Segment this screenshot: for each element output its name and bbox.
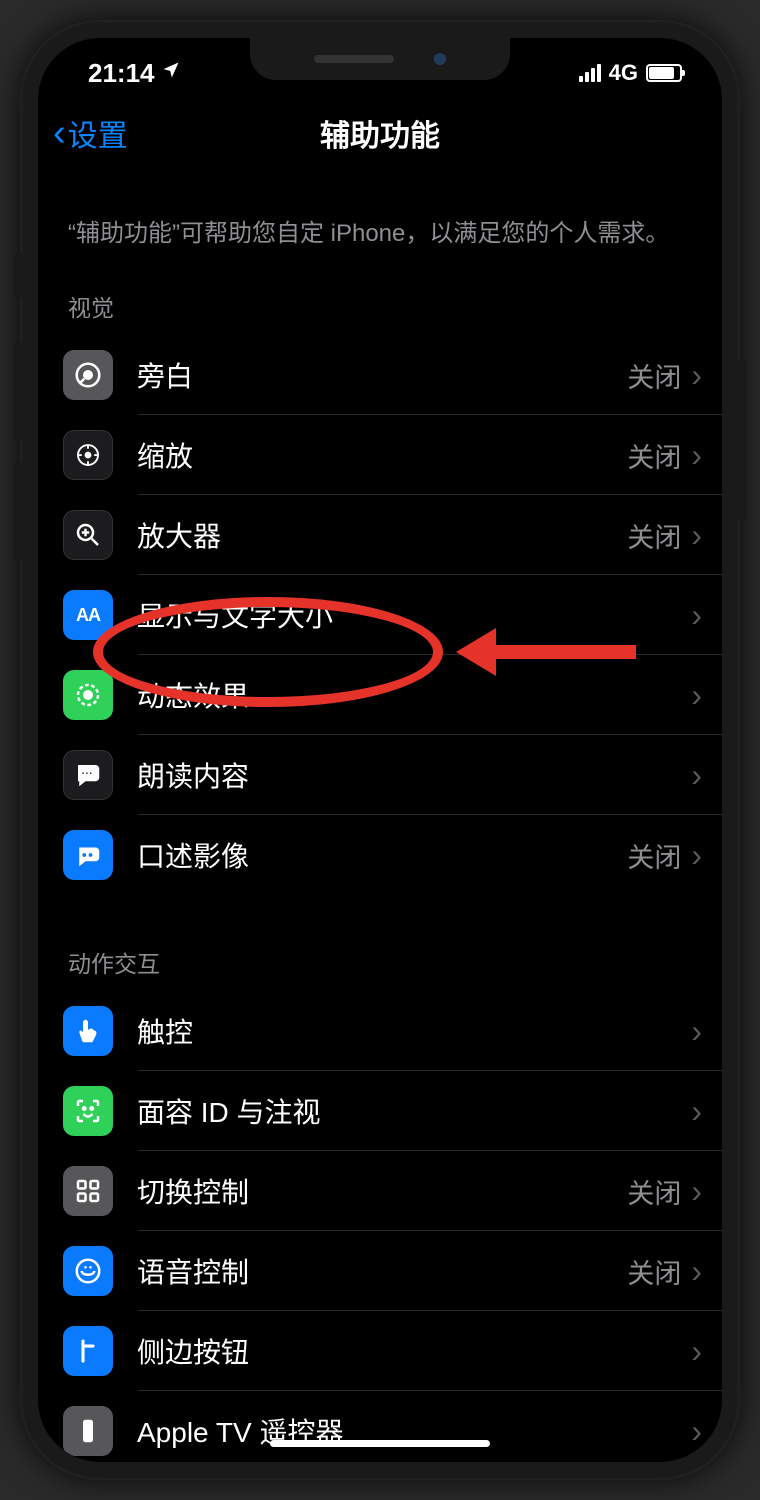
- row-audio-descriptions[interactable]: 口述影像 关闭 ›: [38, 815, 722, 895]
- row-label: 口述影像: [137, 835, 627, 875]
- row-label: 侧边按钮: [137, 1331, 681, 1371]
- apple-tv-remote-icon: [63, 1406, 113, 1456]
- mute-switch: [14, 250, 22, 300]
- zoom-icon: [63, 430, 113, 480]
- row-label: 显示与文字大小: [137, 595, 681, 635]
- audio-descriptions-icon: [63, 830, 113, 880]
- row-motion[interactable]: 动态效果 ›: [38, 655, 722, 735]
- content-scroll[interactable]: “辅助功能”可帮助您自定 iPhone，以满足您的个人需求。 视觉 旁白 关闭 …: [38, 168, 722, 1462]
- section-header-visual: 视觉: [38, 279, 722, 335]
- row-value: 关闭: [627, 356, 681, 395]
- chevron-right-icon: ›: [691, 1333, 702, 1370]
- page-description: “辅助功能”可帮助您自定 iPhone，以满足您的个人需求。: [38, 168, 722, 279]
- power-button: [738, 360, 746, 520]
- status-time: 21:14: [88, 58, 155, 89]
- row-zoom[interactable]: 缩放 关闭 ›: [38, 415, 722, 495]
- row-value: 关闭: [627, 516, 681, 555]
- chevron-right-icon: ›: [691, 1013, 702, 1050]
- chevron-right-icon: ›: [691, 437, 702, 474]
- volume-up-button: [14, 340, 22, 440]
- network-label: 4G: [609, 60, 638, 86]
- chevron-right-icon: ›: [691, 517, 702, 554]
- row-label: 放大器: [137, 515, 627, 555]
- chevron-right-icon: ›: [691, 757, 702, 794]
- face-id-icon: [63, 1086, 113, 1136]
- location-icon: [161, 60, 181, 86]
- row-label: 动态效果: [137, 675, 681, 715]
- row-label: 朗读内容: [137, 755, 681, 795]
- row-display-text-size[interactable]: AA 显示与文字大小 ›: [38, 575, 722, 655]
- voice-control-icon: [63, 1246, 113, 1296]
- spoken-content-icon: ⋯: [63, 750, 113, 800]
- row-value: 关闭: [627, 1252, 681, 1291]
- row-label: 旁白: [137, 355, 627, 395]
- chevron-right-icon: ›: [691, 1173, 702, 1210]
- signal-icon: [579, 64, 601, 82]
- section-header-motor: 动作交互: [38, 935, 722, 991]
- row-apple-tv-remote[interactable]: Apple TV 遥控器 ›: [38, 1391, 722, 1462]
- row-touch[interactable]: 触控 ›: [38, 991, 722, 1071]
- navigation-bar: ‹ 设置 辅助功能: [38, 98, 722, 168]
- front-camera: [434, 53, 446, 65]
- row-spoken-content[interactable]: ⋯ 朗读内容 ›: [38, 735, 722, 815]
- page-title: 辅助功能: [320, 111, 440, 155]
- chevron-right-icon: ›: [691, 1413, 702, 1450]
- row-label: 触控: [137, 1011, 681, 1051]
- chevron-right-icon: ›: [691, 597, 702, 634]
- chevron-right-icon: ›: [691, 1093, 702, 1130]
- motion-icon: [63, 670, 113, 720]
- row-voice-control[interactable]: 语音控制 关闭 ›: [38, 1231, 722, 1311]
- row-switch-control[interactable]: 切换控制 关闭 ›: [38, 1151, 722, 1231]
- battery-icon: [646, 64, 682, 82]
- chevron-right-icon: ›: [691, 677, 702, 714]
- row-label: 缩放: [137, 435, 627, 475]
- back-button[interactable]: ‹ 设置: [53, 111, 128, 155]
- home-indicator[interactable]: [270, 1440, 490, 1447]
- row-label: 切换控制: [137, 1171, 627, 1211]
- speaker-grille: [314, 55, 394, 63]
- row-magnifier[interactable]: 放大器 关闭 ›: [38, 495, 722, 575]
- touch-icon: [63, 1006, 113, 1056]
- magnifier-icon: [63, 510, 113, 560]
- row-value: 关闭: [627, 836, 681, 875]
- row-value: 关闭: [627, 1172, 681, 1211]
- back-label: 设置: [68, 111, 128, 155]
- row-face-id-attention[interactable]: 面容 ID 与注视 ›: [38, 1071, 722, 1151]
- notch: [250, 38, 510, 80]
- side-button-icon: [63, 1326, 113, 1376]
- chevron-right-icon: ›: [691, 837, 702, 874]
- row-value: 关闭: [627, 436, 681, 475]
- phone-frame: 21:14 4G ‹ 设置 辅助功能 “辅助功能”可帮助您自定 iPhone，以…: [20, 20, 740, 1480]
- svg-text:⋯: ⋯: [81, 767, 92, 779]
- text-size-icon: AA: [63, 590, 113, 640]
- volume-down-button: [14, 460, 22, 560]
- voiceover-icon: [63, 350, 113, 400]
- chevron-right-icon: ›: [691, 357, 702, 394]
- row-side-button[interactable]: 侧边按钮 ›: [38, 1311, 722, 1391]
- phone-screen: 21:14 4G ‹ 设置 辅助功能 “辅助功能”可帮助您自定 iPhone，以…: [38, 38, 722, 1462]
- chevron-right-icon: ›: [691, 1253, 702, 1290]
- chevron-left-icon: ‹: [53, 112, 66, 155]
- row-label: 语音控制: [137, 1251, 627, 1291]
- row-label: 面容 ID 与注视: [137, 1091, 681, 1131]
- row-voiceover[interactable]: 旁白 关闭 ›: [38, 335, 722, 415]
- switch-control-icon: [63, 1166, 113, 1216]
